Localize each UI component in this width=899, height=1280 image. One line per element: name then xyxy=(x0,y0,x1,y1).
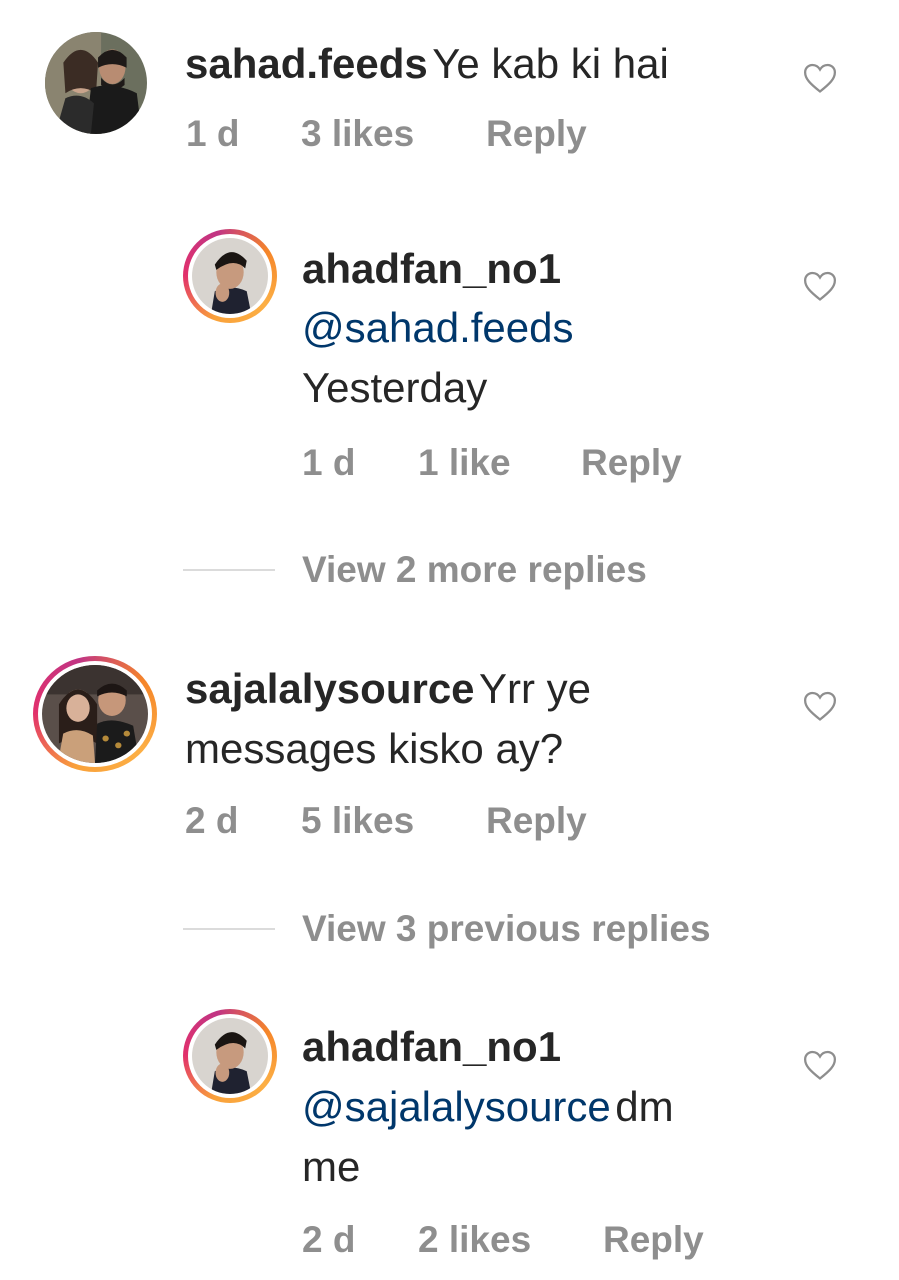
view-more-replies-button[interactable]: View 2 more replies xyxy=(302,549,647,591)
comment-body: sajalalysource Yrr ye xyxy=(185,659,591,719)
avatar-photo xyxy=(192,1018,268,1094)
comment-meta: 1 d 1 like Reply xyxy=(302,442,682,484)
comment-time: 1 d xyxy=(302,442,356,483)
comment-time: 1 d xyxy=(186,113,240,154)
comment-body: @sajalalysource dm xyxy=(302,1077,674,1137)
comment-meta: 1 d 3 likes Reply xyxy=(186,113,587,155)
avatar-photo xyxy=(45,32,147,134)
avatar-ring-inner xyxy=(188,1014,272,1098)
heart-outline-icon[interactable] xyxy=(803,690,837,722)
reply-button[interactable]: Reply xyxy=(486,113,587,155)
avatar-ahadfan-no1[interactable] xyxy=(183,229,277,323)
comment-text-line1: Yrr ye xyxy=(478,665,591,712)
comment-username[interactable]: sahad.feeds xyxy=(185,40,428,87)
view-previous-replies-button[interactable]: View 3 previous replies xyxy=(302,908,711,950)
comment-text: Ye kab ki hai xyxy=(432,40,669,87)
reply-button[interactable]: Reply xyxy=(486,800,587,842)
comment-username[interactable]: sajalalysource xyxy=(185,665,475,712)
comment-username[interactable]: ahadfan_no1 xyxy=(302,245,561,293)
comment-likes[interactable]: 3 likes xyxy=(301,113,414,155)
avatar-ring-inner xyxy=(188,234,272,318)
heart-outline-icon[interactable] xyxy=(803,62,837,94)
comment-likes[interactable]: 2 likes xyxy=(418,1219,531,1261)
comment-text: Yesterday xyxy=(302,364,488,411)
comment-mention[interactable]: @sajalalysource xyxy=(302,1083,611,1130)
heart-outline-icon[interactable] xyxy=(803,270,837,302)
comment-likes[interactable]: 5 likes xyxy=(301,800,414,842)
comment-text-line2: me xyxy=(302,1143,361,1190)
comment-username[interactable]: ahadfan_no1 xyxy=(302,1023,561,1071)
avatar-photo xyxy=(192,238,268,314)
reply-button[interactable]: Reply xyxy=(603,1219,704,1261)
comment-body: sahad.feeds Ye kab ki hai xyxy=(185,34,669,94)
comment-meta: 2 d 5 likes Reply xyxy=(185,800,587,842)
avatar-ahadfan-no1[interactable] xyxy=(183,1009,277,1103)
comment-likes[interactable]: 1 like xyxy=(418,442,511,484)
avatar-sajalalysource[interactable] xyxy=(33,656,157,772)
view-previous-divider xyxy=(183,928,275,930)
avatar-ring-inner xyxy=(38,661,152,767)
view-more-divider xyxy=(183,569,275,571)
avatar-photo xyxy=(42,665,148,763)
comment-time: 2 d xyxy=(185,800,239,841)
comment-text-line2: messages kisko ay? xyxy=(185,725,564,772)
comment-mention[interactable]: @sahad.feeds xyxy=(302,298,573,358)
comment-text-line1: dm xyxy=(615,1083,674,1130)
comment-time: 2 d xyxy=(302,1219,356,1260)
heart-outline-icon[interactable] xyxy=(803,1049,837,1081)
avatar-sahad-feeds[interactable] xyxy=(45,32,147,134)
reply-button[interactable]: Reply xyxy=(581,442,682,484)
comment-meta: 2 d 2 likes Reply xyxy=(302,1219,704,1261)
